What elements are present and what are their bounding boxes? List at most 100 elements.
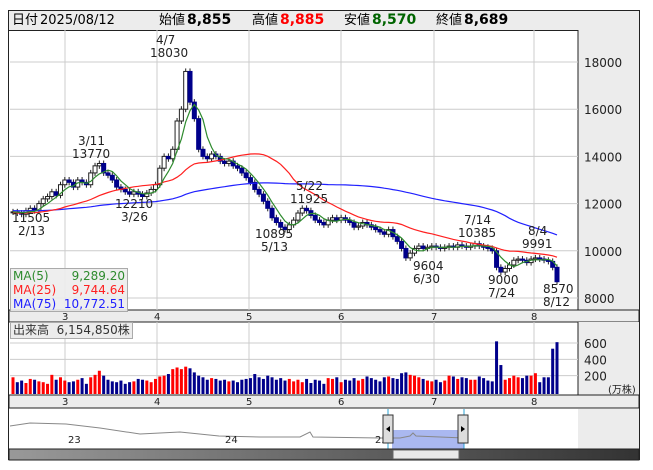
volume-bar — [240, 379, 244, 394]
volume-bar — [84, 383, 88, 394]
candle — [45, 196, 51, 200]
price-tick-label: 12000 — [584, 198, 622, 212]
volume-bar — [37, 381, 41, 394]
candle — [416, 245, 422, 249]
candle — [420, 245, 426, 249]
volume-bar — [28, 378, 32, 394]
annotation-date: 3/11 — [78, 134, 105, 148]
annotation-value: 9991 — [522, 237, 553, 251]
candle — [40, 198, 46, 205]
annotation-date: 8/12 — [543, 295, 570, 309]
price-tick-label: 14000 — [584, 150, 622, 164]
candle — [152, 184, 158, 190]
volume-bar — [469, 379, 473, 394]
volume-bar — [266, 375, 270, 394]
volume-bar — [309, 383, 313, 394]
volume-bar — [339, 382, 343, 394]
volume-bar — [330, 378, 334, 394]
stock-chart-widget: 日付 2025/08/12 始値 8,855 高値 8,885 安値 8,570… — [0, 0, 653, 470]
candle — [485, 246, 491, 249]
candle — [66, 179, 72, 183]
volume-bar — [516, 377, 520, 394]
volume-bar — [67, 382, 71, 394]
candle — [256, 188, 262, 195]
volume-bar — [50, 374, 54, 394]
volume-bar — [223, 379, 227, 394]
volume-tick-label: 600 — [584, 337, 607, 351]
volume-tick-label: 400 — [584, 353, 607, 367]
month-label: 6 — [338, 312, 344, 323]
price-volume-chart[interactable]: 8000100001200014000160001800033445566778… — [0, 0, 653, 470]
volume-bar — [24, 383, 28, 394]
candle — [243, 172, 249, 179]
volume-bar — [486, 380, 490, 394]
volume-bar — [33, 379, 37, 394]
volume-bar — [175, 367, 179, 394]
volume-bar — [166, 374, 170, 394]
candle — [399, 240, 405, 249]
volume-bar — [236, 382, 240, 394]
candle — [247, 177, 253, 183]
volume-bar — [335, 377, 339, 394]
candle — [165, 155, 171, 160]
candle — [312, 214, 318, 221]
volume-bar — [179, 369, 183, 394]
annotation-date: 7/24 — [488, 286, 515, 300]
legend-ma25: MA(25) 9,744.64 — [13, 283, 125, 297]
navigator-year-label: 23 — [68, 435, 81, 446]
volume-bar — [456, 378, 460, 394]
price-tick-label: 18000 — [584, 56, 622, 70]
annotation-date: 3/26 — [121, 210, 148, 224]
ma-legend: MA(5) 9,289.20 MA(25) 9,744.64 MA(75) 10,77… — [10, 268, 128, 312]
scrollbar-thumb[interactable] — [392, 449, 460, 460]
candle — [377, 229, 383, 233]
volume-bar — [141, 379, 145, 394]
volume-bar — [438, 382, 442, 394]
candle — [334, 217, 340, 221]
candle — [92, 165, 98, 174]
annotation-value: 10895 — [255, 227, 293, 241]
annotation-value: 13770 — [72, 147, 110, 161]
volume-bar — [97, 370, 101, 394]
volume-bar — [106, 379, 110, 394]
candle — [222, 160, 228, 164]
candle — [157, 167, 163, 186]
annotation-value: 10385 — [458, 226, 496, 240]
volume-bar — [110, 381, 114, 394]
annotation-value: 11505 — [12, 211, 50, 225]
volume-bar — [395, 378, 399, 394]
month-label: 6 — [338, 397, 344, 408]
candle — [178, 108, 184, 122]
candle — [183, 70, 189, 110]
candle — [321, 221, 327, 226]
volume-tick-label: 200 — [584, 370, 607, 384]
candle — [515, 258, 521, 261]
volume-bar — [451, 376, 455, 394]
volume-bar — [41, 382, 45, 394]
volume-bar — [400, 373, 404, 394]
candle — [131, 191, 137, 195]
candle — [209, 153, 215, 160]
candle — [260, 193, 266, 202]
candle — [226, 160, 232, 164]
volume-bar — [503, 379, 507, 394]
volume-label: 出来高 6,154,850株 — [10, 322, 133, 339]
volume-bar — [425, 380, 429, 394]
volume-bar — [555, 342, 559, 394]
volume-bar — [248, 378, 252, 394]
month-label: 7 — [431, 312, 437, 323]
volume-bar — [244, 378, 248, 394]
candle — [170, 148, 176, 160]
candle — [187, 70, 193, 103]
annotation-date: 4/7 — [156, 33, 175, 47]
volume-bar — [46, 383, 50, 394]
volume-bar — [15, 382, 19, 394]
volume-bar — [253, 374, 257, 394]
candle — [109, 174, 115, 181]
volume-bar — [153, 378, 157, 394]
candle — [200, 148, 206, 157]
volume-bar — [188, 368, 192, 394]
volume-bar — [54, 379, 58, 394]
annotation-value: 9604 — [413, 259, 444, 273]
annotation-date: 5/13 — [261, 240, 288, 254]
